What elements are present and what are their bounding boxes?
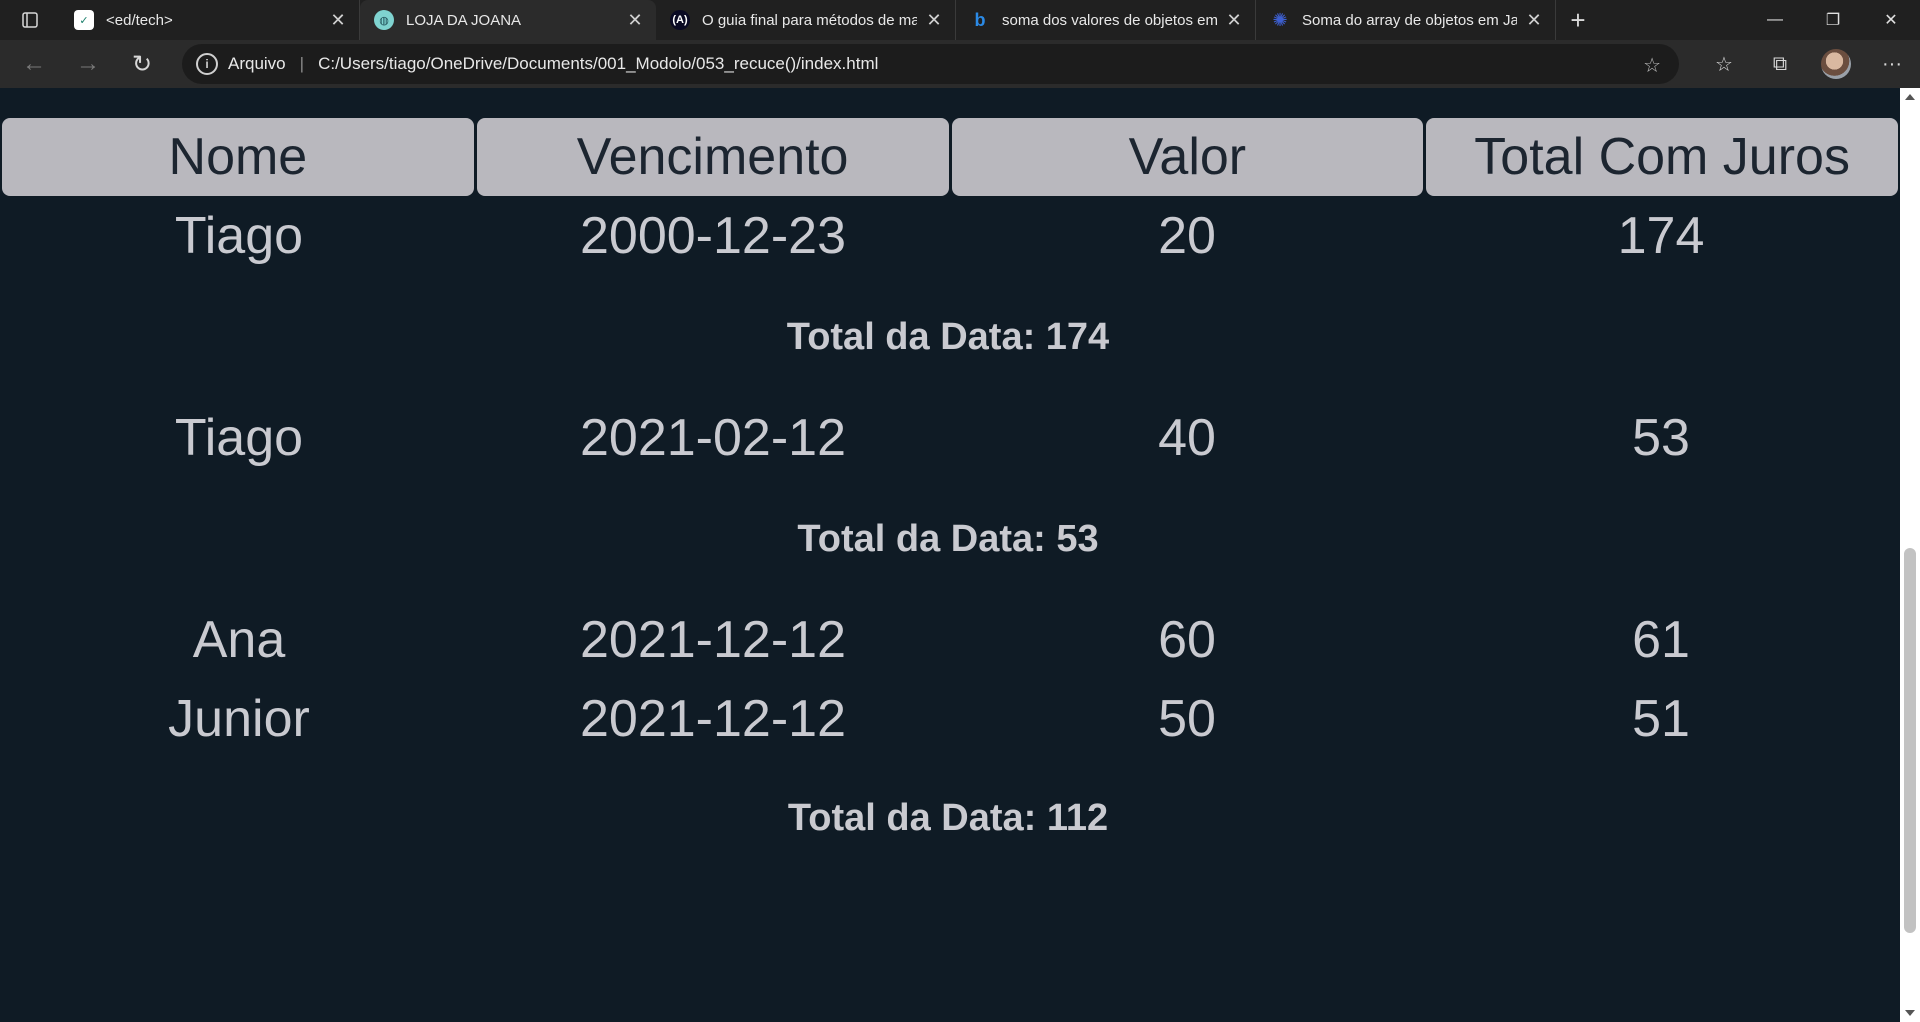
- cell-total: 51: [1632, 690, 1690, 748]
- settings-menu-button[interactable]: ···: [1864, 40, 1920, 88]
- cell-total: 61: [1632, 611, 1690, 669]
- cell-valor: 60: [1158, 611, 1216, 669]
- table-header: Nome Vencimento Valor Total Com Juros: [2, 118, 1898, 196]
- address-bar[interactable]: i Arquivo | C:/Users/tiago/OneDrive/Docu…: [182, 44, 1679, 84]
- plus-icon: +: [1570, 4, 1586, 35]
- minimize-icon: —: [1767, 11, 1783, 28]
- tab-title: LOJA DA JOANA: [406, 11, 522, 29]
- close-icon[interactable]: ✕: [1223, 9, 1245, 31]
- header-vencimento: Vencimento: [476, 118, 949, 196]
- cell-vencimento: 2021-12-12: [580, 690, 846, 748]
- more-icon: ···: [1882, 52, 1902, 75]
- cell-nome: Junior: [168, 690, 310, 748]
- address-url[interactable]: C:/Users/tiago/OneDrive/Documents/001_Mo…: [318, 54, 878, 74]
- window-controls: — ❐ ✕: [1746, 0, 1920, 40]
- tab-actions-icon: [22, 12, 38, 28]
- cell-valor: 20: [1158, 207, 1216, 265]
- tab-title: Soma do array de objetos em Jav: [1302, 11, 1517, 29]
- forward-button[interactable]: →: [61, 40, 115, 88]
- page-scrollbar[interactable]: [1900, 88, 1920, 1022]
- group-total: Total da Data: 174: [786, 316, 1110, 358]
- tab-soma-array[interactable]: ✺ Soma do array de objetos em Jav ✕: [1256, 0, 1556, 40]
- edtech-icon: ✓: [74, 10, 94, 30]
- cell-nome: Tiago: [174, 409, 304, 467]
- scroll-up-icon[interactable]: [1905, 94, 1915, 100]
- scroll-down-icon[interactable]: [1905, 1010, 1915, 1016]
- globe-icon: ◍: [374, 10, 394, 30]
- cell-valor: 40: [1158, 409, 1216, 467]
- minimize-button[interactable]: —: [1746, 0, 1804, 40]
- restore-button[interactable]: ❐: [1804, 0, 1862, 40]
- tab-title: soma dos valores de objetos em: [1002, 11, 1217, 29]
- back-button[interactable]: ←: [7, 40, 61, 88]
- close-icon: ✕: [1884, 12, 1898, 29]
- close-window-button[interactable]: ✕: [1862, 0, 1920, 40]
- gear-icon: ✺: [1272, 9, 1288, 30]
- tab-soma-valores[interactable]: b soma dos valores de objetos em ✕: [956, 0, 1256, 40]
- header-nome: Nome: [2, 118, 474, 196]
- browser-toolbar: ← → ↻ i Arquivo | C:/Users/tiago/OneDriv…: [0, 40, 1920, 88]
- header-valor: Valor: [951, 118, 1424, 196]
- close-icon[interactable]: ✕: [1523, 9, 1545, 31]
- cell-vencimento: 2021-02-12: [580, 409, 846, 467]
- header-total-com-juros: Total Com Juros: [1426, 118, 1898, 196]
- cell-total: 174: [1617, 207, 1705, 265]
- address-separator: |: [299, 54, 305, 73]
- collections-icon: ⧉: [1772, 52, 1788, 75]
- info-icon[interactable]: i: [196, 53, 218, 75]
- table-row: Tiago 2021-02-12 40 53: [2, 408, 1898, 468]
- tab-title: <ed/tech>: [106, 11, 173, 29]
- cell-total: 53: [1632, 409, 1690, 467]
- arrow-right-icon: →: [76, 50, 100, 77]
- new-tab-button[interactable]: +: [1556, 0, 1600, 40]
- page-viewport: Nome Vencimento Valor Total Com Juros Ti…: [0, 88, 1900, 1022]
- favorites-button[interactable]: ☆: [1696, 40, 1752, 88]
- avatar[interactable]: [1821, 49, 1851, 79]
- tab-title: O guia final para métodos de ma: [702, 11, 917, 29]
- favorites-icon: ☆: [1715, 53, 1733, 76]
- refresh-button[interactable]: ↻: [115, 40, 169, 88]
- add-favorite-icon[interactable]: ☆: [1643, 53, 1661, 78]
- restore-icon: ❐: [1825, 12, 1841, 29]
- cell-vencimento: 2000-12-23: [580, 207, 846, 265]
- tab-actions-button[interactable]: [0, 0, 60, 40]
- protocol-label: Arquivo: [228, 54, 286, 73]
- tab-edtech[interactable]: ✓ <ed/tech> ✕: [60, 0, 360, 40]
- tab-guia-final[interactable]: (A) O guia final para métodos de ma ✕: [656, 0, 956, 40]
- arrow-left-icon: ←: [22, 50, 46, 77]
- tab-loja-da-joana[interactable]: ◍ LOJA DA JOANA ✕: [360, 0, 656, 40]
- tab-bar: ✓ <ed/tech> ✕ ◍ LOJA DA JOANA ✕ (A) O gu…: [0, 0, 1920, 40]
- group-total: Total da Data: 53: [797, 518, 1099, 560]
- refresh-icon: ↻: [131, 50, 153, 78]
- bing-icon: b: [974, 9, 986, 30]
- toolbar-right: ☆ ⧉ ···: [1696, 40, 1920, 88]
- close-icon[interactable]: ✕: [624, 9, 646, 31]
- close-icon[interactable]: ✕: [327, 9, 349, 31]
- close-icon[interactable]: ✕: [923, 9, 945, 31]
- table-row: Tiago 2000-12-23 20 174: [2, 206, 1898, 266]
- cell-valor: 50: [1158, 690, 1216, 748]
- cell-vencimento: 2021-12-12: [580, 611, 846, 669]
- scrollbar-thumb[interactable]: [1904, 548, 1916, 933]
- table-row: Ana 2021-12-12 60 61: [2, 610, 1898, 670]
- table-row: Junior 2021-12-12 50 51: [2, 689, 1898, 749]
- cell-nome: Tiago: [174, 207, 304, 265]
- cell-nome: Ana: [192, 611, 286, 669]
- group-total: Total da Data: 112: [787, 797, 1109, 839]
- freecodecamp-icon: (A): [670, 10, 690, 30]
- collections-button[interactable]: ⧉: [1752, 40, 1808, 88]
